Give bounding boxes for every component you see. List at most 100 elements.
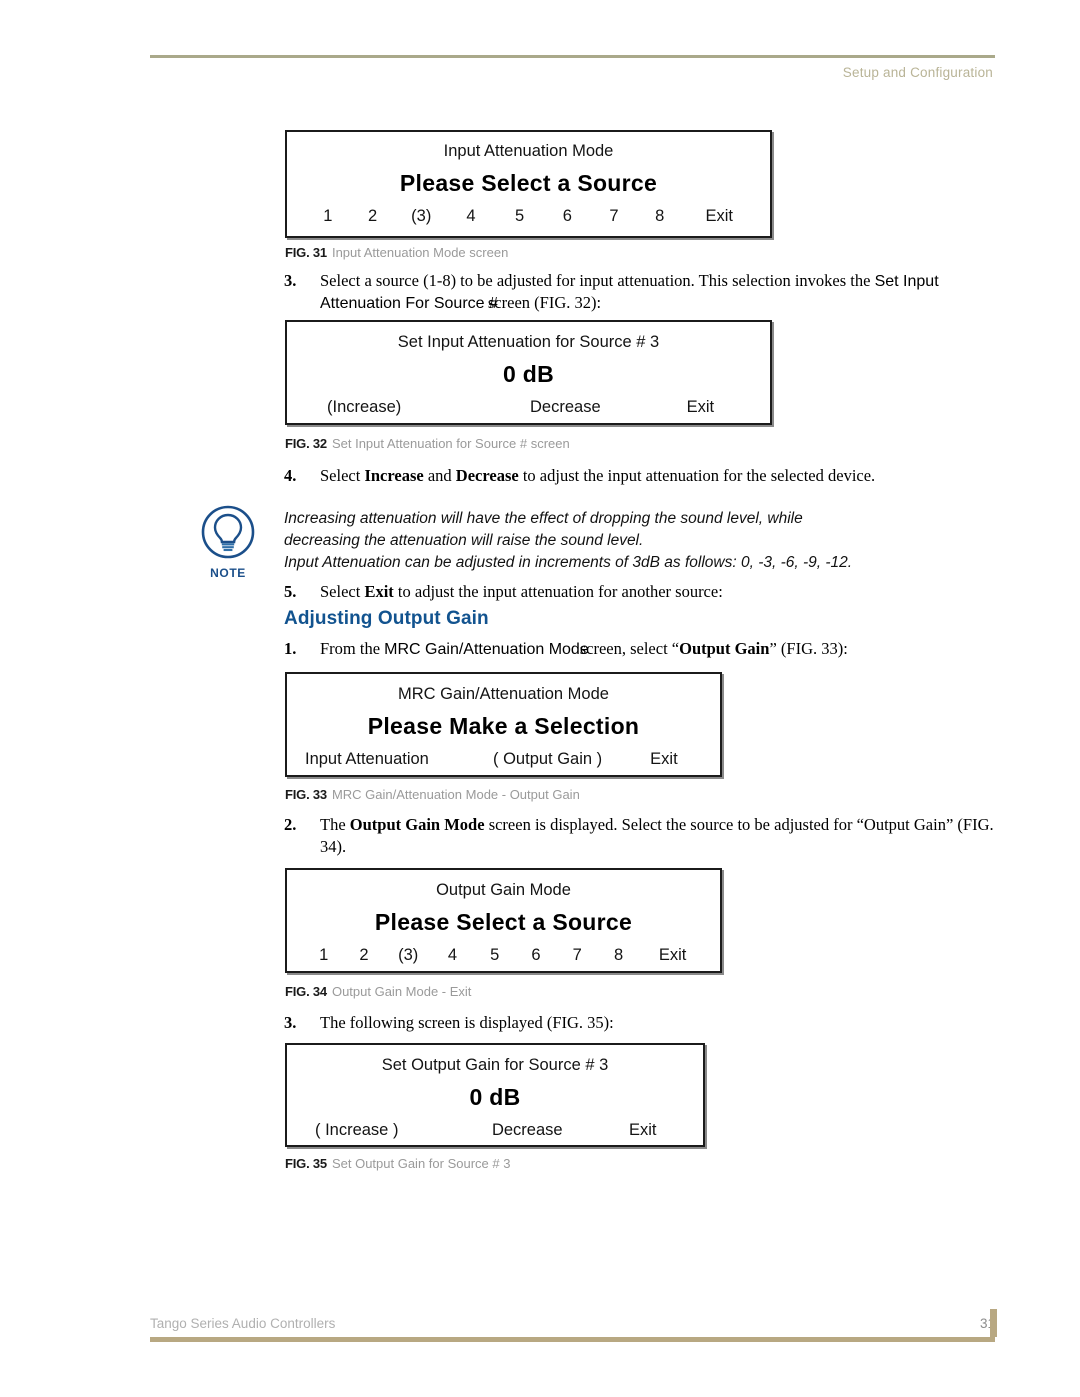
- lcd-option-exit[interactable]: Exit: [683, 207, 757, 226]
- step-body: Select Exit to adjust the input attenuat…: [320, 581, 1000, 603]
- step-body: Select Increase and Decrease to adjust t…: [320, 465, 1000, 487]
- lcd-source-options: 1 2 (3) 4 5 6 7 8 Exit: [301, 946, 706, 965]
- note-line-3: Input Attenuation can be adjusted in inc…: [284, 554, 853, 571]
- lcd-option-source-4[interactable]: 4: [446, 207, 496, 226]
- lightbulb-icon: [201, 505, 255, 559]
- note-text-block: Increasing attenuation will have the eff…: [284, 508, 1004, 574]
- lcd-option-increase[interactable]: (Increase): [301, 398, 486, 417]
- step-bold-exit: Exit: [364, 582, 394, 601]
- lcd-option-source-8[interactable]: 8: [598, 946, 639, 965]
- step-body: The following screen is displayed (FIG. …: [320, 1013, 614, 1032]
- lcd-value-db: 0 dB: [502, 361, 555, 387]
- step-number: 4.: [284, 466, 297, 485]
- lcd-option-decrease[interactable]: Decrease: [458, 1121, 596, 1140]
- page-footer: Tango Series Audio Controllers 31: [150, 1309, 997, 1342]
- lcd-heading: Please Make a Selection: [367, 713, 640, 739]
- lcd-option-source-8[interactable]: 8: [637, 207, 683, 226]
- lcd-option-source-4[interactable]: 4: [431, 946, 474, 965]
- step-number: 2.: [284, 815, 297, 834]
- lcd-screen-mrc-gain-attenuation-mode: MRC Gain/Attenuation Mode Please Make a …: [285, 672, 722, 777]
- footer-document-title: Tango Series Audio Controllers: [150, 1316, 336, 1331]
- lcd-action-options: ( Increase ) Decrease Exit: [301, 1121, 689, 1140]
- step-body: Select a source (1-8) to be adjusted for…: [320, 270, 1000, 314]
- lcd-option-source-5[interactable]: 5: [496, 207, 544, 226]
- lcd-title: Set Output Gain for Source # 3: [381, 1056, 609, 1074]
- step-text-part-b: screen (FIG. 32):: [487, 293, 602, 313]
- gain-step-3-following-screen: 3. The following screen is displayed (FI…: [284, 1012, 1000, 1034]
- step-number: 3.: [284, 271, 297, 290]
- header-divider: [150, 55, 995, 58]
- step-3-select-source: 3. Select a source (1-8) to be adjusted …: [284, 270, 1000, 314]
- lcd-title: Input Attenuation Mode: [443, 142, 614, 160]
- step-text-part-a: From the: [320, 639, 385, 658]
- lcd-value-db: 0 dB: [469, 1084, 521, 1110]
- lcd-option-output-gain[interactable]: ( Output Gain ): [473, 750, 622, 769]
- lcd-option-increase[interactable]: ( Increase ): [301, 1121, 458, 1140]
- step-text-part-c: to adjust the input attenuation for the …: [518, 466, 876, 485]
- figure-caption-label: FIG. 35: [285, 1156, 327, 1171]
- lcd-option-source-3[interactable]: (3): [386, 946, 431, 965]
- step-bold-increase: Increase: [364, 466, 424, 485]
- figure-caption-text: Output Gain Mode - Exit: [331, 984, 472, 999]
- lcd-source-options: 1 2 (3) 4 5 6 7 8 Exit: [301, 207, 756, 226]
- figure-caption-32: FIG. 32 Set Input Attenuation for Source …: [285, 436, 570, 451]
- step-bold-decrease: Decrease: [455, 466, 519, 485]
- lcd-option-exit[interactable]: Exit: [622, 750, 706, 769]
- step-text-part-a: The: [320, 815, 350, 834]
- lcd-title: Set Input Attenuation for Source # 3: [397, 333, 660, 351]
- lcd-option-input-attenuation[interactable]: Input Attenuation: [301, 750, 473, 769]
- footer-content: Tango Series Audio Controllers 31: [150, 1316, 995, 1337]
- lcd-option-source-1[interactable]: 1: [305, 946, 342, 965]
- lcd-option-source-5[interactable]: 5: [474, 946, 515, 965]
- step-text-part-c: ” (FIG. 33):: [769, 639, 848, 658]
- lcd-screen-set-output-gain: Set Output Gain for Source # 3 0 dB ( In…: [285, 1043, 705, 1147]
- step-text-part-b: to adjust the input attenuation for anot…: [393, 582, 723, 601]
- step-screen-name: MRC Gain/Attenuation Mode: [384, 641, 589, 658]
- lcd-option-source-7[interactable]: 7: [557, 946, 598, 965]
- lcd-option-source-3[interactable]: (3): [396, 207, 446, 226]
- note-line-1: Increasing attenuation will have the eff…: [284, 510, 803, 527]
- step-text-part-b: screen, select “: [579, 639, 680, 658]
- page-header: Setup and Configuration: [150, 55, 995, 80]
- lcd-option-source-6[interactable]: 6: [543, 207, 591, 226]
- lcd-screen-input-attenuation-mode: Input Attenuation Mode Please Select a S…: [285, 130, 772, 238]
- step-text-part-a: Select: [320, 466, 365, 485]
- lcd-option-exit[interactable]: Exit: [596, 1121, 689, 1140]
- lcd-heading: Please Select a Source: [399, 170, 658, 196]
- lcd-option-source-7[interactable]: 7: [591, 207, 637, 226]
- lcd-option-source-2[interactable]: 2: [349, 207, 397, 226]
- note-line-2: decreasing the attenuation will raise th…: [284, 532, 644, 549]
- lcd-heading: Please Select a Source: [374, 909, 633, 935]
- lcd-option-source-1[interactable]: 1: [307, 207, 349, 226]
- step-bold-output-gain-mode: Output Gain Mode: [349, 815, 485, 834]
- lcd-action-options: (Increase) Decrease Exit: [301, 398, 756, 417]
- lcd-title: MRC Gain/Attenuation Mode: [398, 685, 609, 703]
- step-4-select-increase-decrease: 4. Select Increase and Decrease to adjus…: [284, 465, 1000, 487]
- step-text-part-b: and: [423, 466, 456, 485]
- lcd-option-exit[interactable]: Exit: [645, 398, 756, 417]
- lcd-option-source-2[interactable]: 2: [342, 946, 385, 965]
- lcd-screen-set-input-attenuation: Set Input Attenuation for Source # 3 0 d…: [285, 320, 772, 425]
- step-5-select-exit: 5. Select Exit to adjust the input atten…: [284, 581, 1000, 603]
- header-title: Setup and Configuration: [842, 65, 993, 80]
- figure-caption-34: FIG. 34 Output Gain Mode - Exit: [285, 984, 471, 999]
- note-label: NOTE: [210, 566, 246, 580]
- step-number: 3.: [284, 1013, 297, 1032]
- step-number: 1.: [284, 639, 297, 658]
- step-body: From the MRC Gain/Attenuation Modescreen…: [320, 638, 1000, 660]
- lcd-option-decrease[interactable]: Decrease: [486, 398, 645, 417]
- lcd-option-exit[interactable]: Exit: [639, 946, 706, 965]
- step-number: 5.: [284, 582, 297, 601]
- gain-step-1-from-mrc-mode: 1. From the MRC Gain/Attenuation Modescr…: [284, 638, 1000, 660]
- lcd-option-source-6[interactable]: 6: [515, 946, 556, 965]
- section-heading-adjusting-output-gain: Adjusting Output Gain: [284, 608, 489, 629]
- figure-caption-text: Set Input Attenuation for Source # scree…: [331, 436, 570, 451]
- step-text-part-a: Select: [320, 582, 365, 601]
- gain-step-2-output-gain-mode: 2. The Output Gain Mode screen is displa…: [284, 814, 1000, 858]
- footer-divider: [150, 1337, 995, 1342]
- figure-caption-text: MRC Gain/Attenuation Mode - Output Gain: [331, 787, 580, 802]
- lcd-mode-options: Input Attenuation ( Output Gain ) Exit: [301, 750, 706, 769]
- note-callout-icon: NOTE: [197, 504, 259, 580]
- figure-caption-label: FIG. 33: [285, 787, 327, 802]
- lcd-title: Output Gain Mode: [436, 881, 571, 899]
